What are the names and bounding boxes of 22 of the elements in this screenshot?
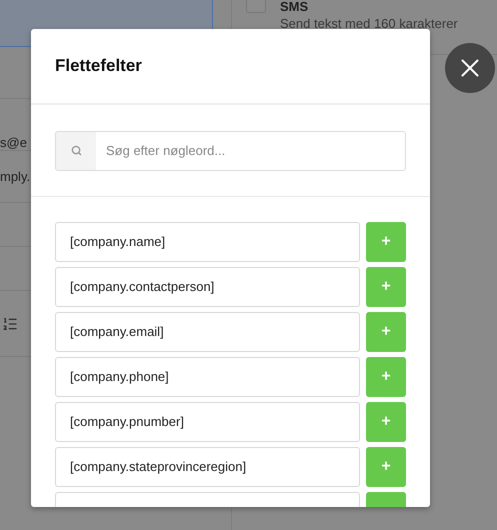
search-field[interactable]: Søg efter nøgleord... — [55, 130, 406, 170]
search-icon — [70, 145, 82, 156]
option-description: Send tekst med 160 karakterer — [280, 15, 458, 33]
add-button[interactable]: + — [366, 267, 406, 307]
field-tag: [company.pnumber] — [70, 412, 184, 432]
field-tag: [company.contactperson] — [70, 277, 214, 297]
option-title: SMS — [280, 0, 310, 15]
add-button[interactable]: + — [366, 447, 406, 487]
add-button[interactable]: + — [366, 402, 406, 442]
numbered-list-icon[interactable] — [2, 316, 18, 332]
field-tag: [company.stateprovinceregion] — [70, 457, 246, 477]
close-button[interactable] — [445, 43, 495, 93]
field-tag: [company.name] — [70, 232, 166, 252]
field-tag: [company.email] — [70, 322, 164, 342]
add-button[interactable]: + — [366, 222, 406, 262]
email-text: mply. — [0, 168, 30, 186]
add-button[interactable]: + — [366, 312, 406, 352]
field-tag: [company.phone] — [70, 367, 169, 387]
add-button[interactable]: + — [366, 357, 406, 397]
search-input[interactable]: Søg efter nøgleord... — [96, 132, 405, 170]
modal-title: Flettefelter — [55, 55, 142, 78]
email-text: s@e — [0, 134, 27, 152]
